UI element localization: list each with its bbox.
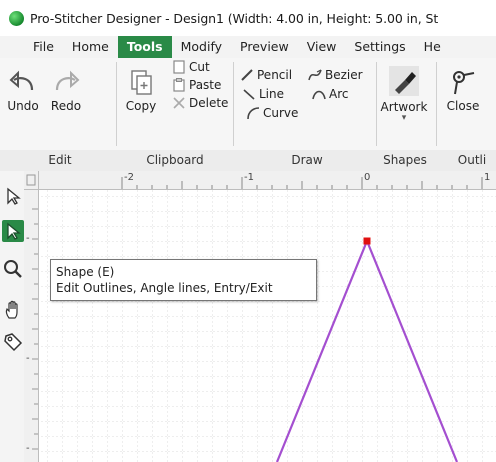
pan-hand-icon [5,300,18,319]
menu-home[interactable]: Home [63,36,118,58]
delete-button[interactable]: Delete [172,96,228,110]
design-canvas[interactable] [39,190,496,462]
ruler-left: - - - [24,189,39,462]
select-arrow-icon [7,187,21,205]
group-label-outline: Outli [457,153,487,167]
delete-label: Delete [189,96,229,110]
bezier-button[interactable]: Bezier [308,68,363,82]
group-label-draw: Draw [291,153,323,167]
ruler-left-label: - [26,353,30,364]
ruler-top: -2 -1 0 1 [24,171,496,190]
arc-icon [312,90,326,100]
tag-icon [4,333,23,352]
zoom-tool-button[interactable] [2,258,24,280]
close-outline-icon [453,71,475,95]
app-logo-icon [9,10,24,26]
tool-strip [0,171,24,462]
shape-edit-icon [7,222,21,240]
menu-view[interactable]: View [298,36,346,58]
ruler-top-ticks [121,177,483,189]
zoom-icon [4,260,22,278]
close-button[interactable]: Close [440,68,486,113]
ribbon-group-label-bar: Edit Clipboard Draw Shapes Outli [0,150,496,172]
ruler-corner [24,171,39,190]
undo-label: Undo [7,99,39,113]
arc-button[interactable]: Arc [312,87,348,101]
menu-preview[interactable]: Preview [231,36,298,58]
curve-icon [247,107,260,120]
arc-label: Arc [329,87,349,101]
ribbon-separator [376,62,377,146]
redo-icon [55,70,80,91]
artwork-label: Artwork [380,100,428,114]
design-outline[interactable] [39,190,496,462]
title-bar: Pro-Stitcher Designer - Design1 (Width: … [0,0,496,36]
copy-label: Copy [125,99,157,113]
paste-button[interactable]: Paste [172,78,221,92]
tool-tooltip: Shape (E) Edit Outlines, Angle lines, En… [50,259,317,301]
artwork-dropdown-icon[interactable]: ▾ [378,114,430,123]
close-label: Close [446,99,480,113]
menu-tools[interactable]: Tools [117,36,172,58]
shape-tool-button[interactable] [2,220,24,242]
cut-label: Cut [189,60,210,74]
ribbon: Undo Redo Copy Cut Paste Delete Pencil B… [0,58,496,151]
window-title: Pro-Stitcher Designer - Design1 (Width: … [30,10,439,26]
menu-bar: File Home Tools Modify Preview View Sett… [0,36,496,58]
group-label-edit: Edit [48,153,72,167]
line-icon [243,89,255,100]
artwork-icon [395,72,416,94]
undo-icon [9,70,34,91]
ruler-left-label: - [26,443,30,454]
redo-button[interactable]: Redo [46,68,86,113]
redo-label: Redo [50,99,82,113]
line-label: Line [259,87,285,101]
ruler-label-neg2: -2 [124,172,134,183]
cut-icon [173,60,185,74]
line-button[interactable]: Line [242,87,284,101]
artwork-button[interactable]: Artwork ▾ [378,66,430,123]
tooltip-title: Shape (E) [56,265,115,279]
tooltip-description: Edit Outlines, Angle lines, Entry/Exit [56,281,273,295]
ruler-label-neg1: -1 [244,172,254,183]
ruler-label-0: 0 [364,172,371,183]
pencil-button[interactable]: Pencil [240,68,292,82]
ruler-left-ticks [32,208,38,450]
undo-button[interactable]: Undo [2,68,44,113]
group-label-clipboard: Clipboard [146,153,204,167]
ribbon-separator [233,62,234,146]
tag-tool-button[interactable] [2,331,24,353]
delete-icon [173,97,185,109]
pencil-label: Pencil [257,68,293,82]
copy-icon [131,70,152,95]
menu-help[interactable]: He [415,36,450,58]
outline-apex-point[interactable] [363,237,371,245]
ribbon-separator [436,62,437,146]
ribbon-separator [116,62,117,146]
cut-button[interactable]: Cut [172,60,210,74]
ruler-corner-icon [26,174,36,186]
copy-button[interactable]: Copy [120,68,162,113]
curve-label: Curve [263,106,299,120]
pan-tool-button[interactable] [2,299,24,321]
paste-icon [173,78,185,92]
ruler-left-label: - [26,233,30,244]
select-tool-button[interactable] [2,185,24,207]
bezier-label: Bezier [325,68,363,82]
menu-settings[interactable]: Settings [345,36,414,58]
menu-modify[interactable]: Modify [172,36,231,58]
pencil-icon [241,69,253,81]
menu-file[interactable]: File [0,36,63,58]
bezier-icon [308,69,322,81]
group-label-shapes: Shapes [383,153,427,167]
outline-right-segment[interactable] [365,240,459,462]
paste-label: Paste [189,78,222,92]
curve-button[interactable]: Curve [246,106,298,120]
ruler-label-1: 1 [484,172,491,183]
